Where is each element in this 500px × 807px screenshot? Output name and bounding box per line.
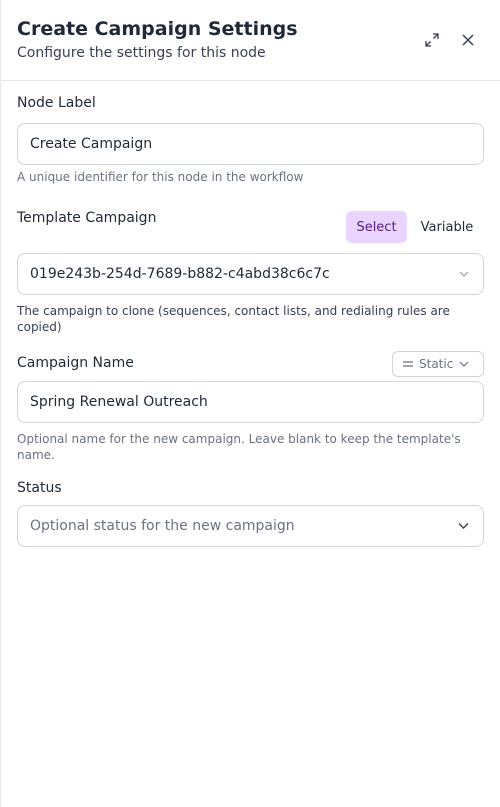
- close-icon[interactable]: [458, 30, 478, 50]
- node-label-help: A unique identifier for this node in the…: [17, 170, 304, 184]
- page-title: Create Campaign Settings: [17, 18, 298, 40]
- campaign-name-input[interactable]: [17, 381, 484, 423]
- campaign-name-label: Campaign Name: [17, 355, 134, 371]
- equals-icon: [403, 360, 413, 368]
- node-label-input[interactable]: [17, 123, 484, 165]
- chevron-down-icon: [459, 361, 469, 367]
- template-campaign-help: The campaign to clone (sequences, contac…: [17, 304, 450, 334]
- mode-variable-button[interactable]: Variable: [414, 211, 480, 243]
- status-select[interactable]: Optional status for the new campaign: [17, 505, 484, 547]
- static-mode-button[interactable]: Static: [392, 351, 484, 377]
- panel-header: Create Campaign Settings Configure the s…: [0, 0, 500, 81]
- campaign-name-help: Optional name for the new campaign. Leav…: [17, 432, 461, 462]
- mode-select-button[interactable]: Select: [346, 211, 407, 243]
- template-campaign-select[interactable]: 019e243b-254d-7689-b882-c4abd38c6c7c: [17, 253, 484, 295]
- node-label-label: Node Label: [17, 95, 96, 111]
- chevron-down-icon: [459, 271, 469, 277]
- status-placeholder: Optional status for the new campaign: [30, 518, 295, 534]
- status-label: Status: [17, 480, 62, 496]
- static-mode-label: Static: [419, 357, 454, 371]
- expand-icon[interactable]: [422, 30, 442, 50]
- template-campaign-value: 019e243b-254d-7689-b882-c4abd38c6c7c: [30, 266, 330, 282]
- page-subtitle: Configure the settings for this node: [17, 45, 266, 61]
- chevron-down-icon: [458, 523, 469, 530]
- template-campaign-label: Template Campaign: [17, 210, 157, 226]
- panel-left-border: [0, 0, 1, 807]
